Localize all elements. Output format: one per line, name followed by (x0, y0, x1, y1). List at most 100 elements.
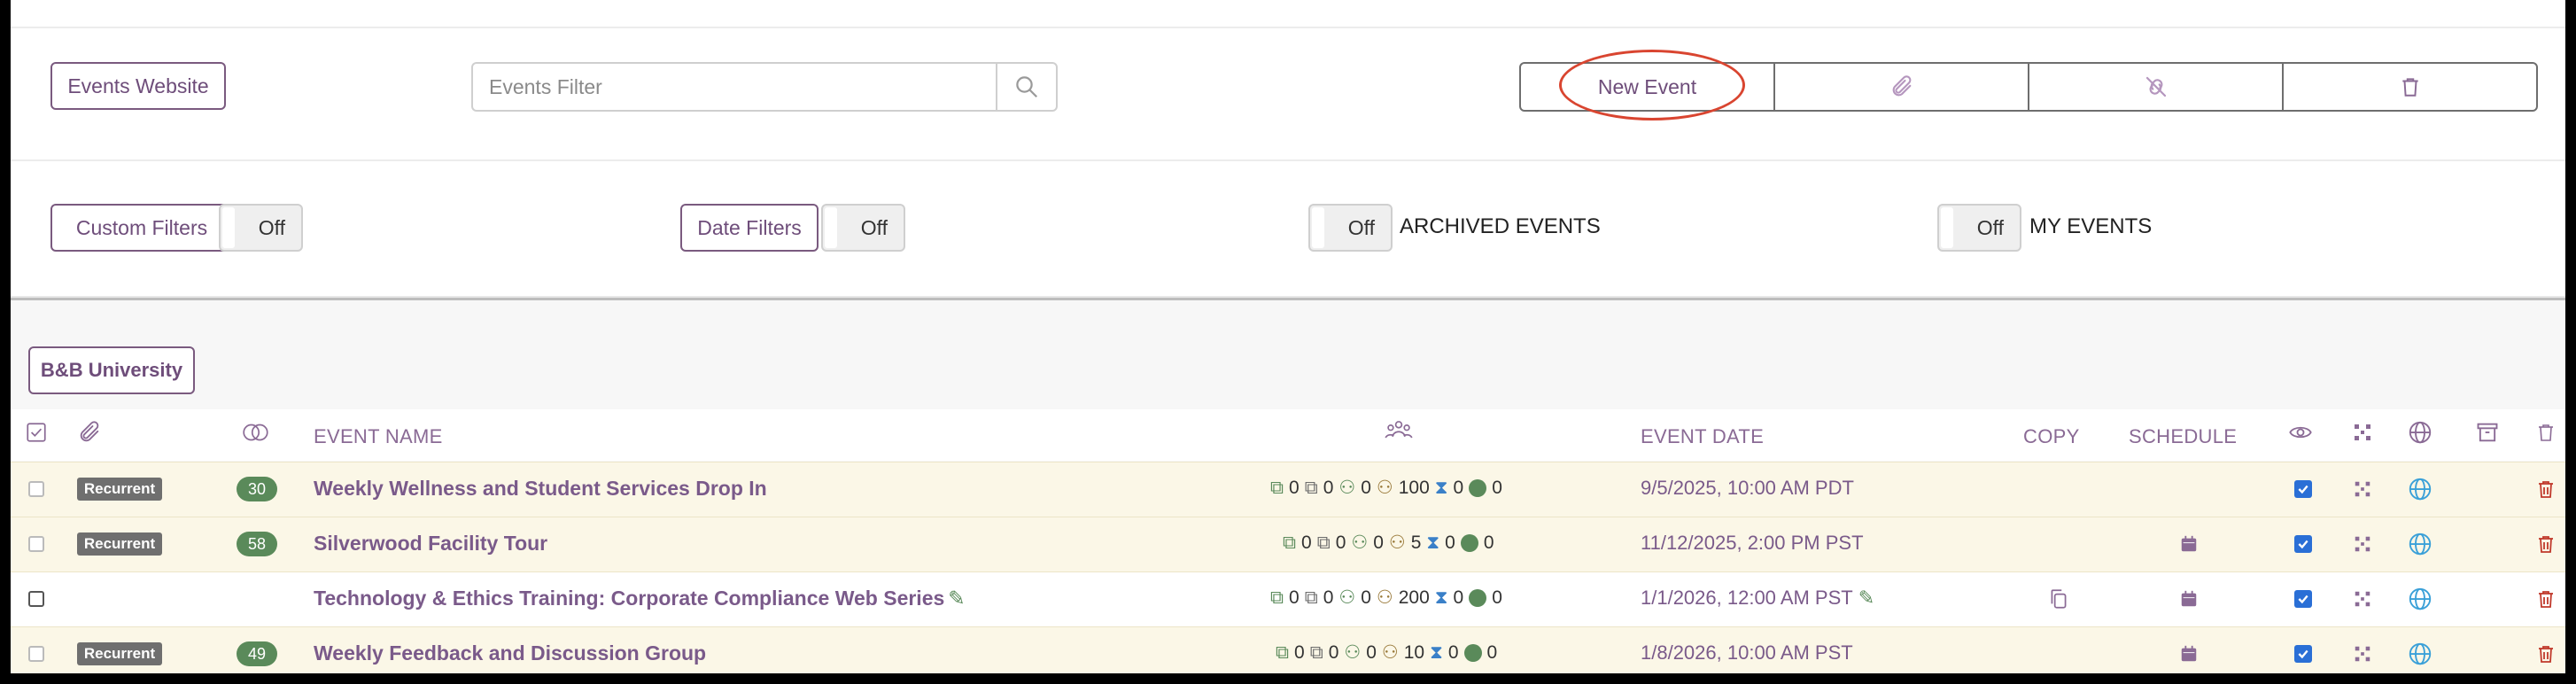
stat-value: 0 (1486, 641, 1498, 663)
globe-icon[interactable] (2405, 639, 2435, 669)
event-date: 1/1/2026, 12:00 AM PST ✎ (1641, 587, 1874, 610)
row-checkbox[interactable] (28, 481, 44, 497)
events-filter-input[interactable] (471, 62, 1003, 112)
visibility-column (2285, 417, 2316, 447)
people-icon: ⚇ (1388, 532, 1406, 553)
edit-icon[interactable]: ✎ (948, 587, 965, 610)
status-dot-icon (1460, 533, 1478, 552)
status-dot-icon (1469, 478, 1487, 497)
hourglass-icon: ⧗ (1434, 587, 1448, 608)
event-name-link[interactable]: Weekly Wellness and Student Services Dro… (314, 477, 767, 501)
stat-value: 200 (1398, 587, 1430, 608)
edit-icon[interactable]: ✎ (1858, 587, 1874, 609)
people-icon (1385, 421, 1413, 439)
event-name-link[interactable]: Technology & Ethics Training: Corporate … (314, 587, 966, 610)
row-checkbox[interactable] (28, 591, 44, 607)
date-filters-toggle[interactable]: Off (821, 204, 905, 252)
ticket-stack-icon: ⧉ (1304, 477, 1318, 498)
stat-value: 0 (1445, 532, 1455, 553)
events-website-button[interactable]: Events Website (50, 62, 226, 110)
custom-filters-button[interactable]: Custom Filters (50, 204, 233, 252)
select-all-checkbox[interactable] (21, 417, 51, 447)
people-icon: ⚇ (1338, 587, 1356, 608)
status-dot-icon (1469, 588, 1487, 607)
trash-icon[interactable] (2531, 584, 2561, 614)
event-date-header[interactable]: EVENT DATE (1641, 425, 1764, 448)
visible-checkbox[interactable] (2294, 535, 2312, 553)
trash-icon[interactable] (2531, 639, 2561, 669)
group-tag-button[interactable]: B&B University (28, 346, 195, 394)
event-stats: ⧉ 0 ⧉ 0 ⚇ 0 ⚇ 200 ⧗ 0 0 (1270, 587, 1502, 609)
event-name-header[interactable]: EVENT NAME (314, 425, 443, 448)
calendar-icon[interactable] (2174, 584, 2204, 614)
occurrence-count-badge: 58 (237, 532, 277, 556)
my-events-toggle[interactable]: Off (1937, 204, 2021, 252)
event-stats: ⧉ 0 ⧉ 0 ⚇ 0 ⚇ 5 ⧗ 0 0 (1283, 532, 1494, 554)
delete-column (2531, 417, 2561, 447)
delete-button[interactable] (2284, 64, 2536, 110)
qr-icon[interactable] (2347, 639, 2378, 669)
visible-checkbox[interactable] (2294, 480, 2312, 498)
status-dot-icon (1463, 643, 1482, 662)
event-stats: ⧉ 0 ⧉ 0 ⚇ 0 ⚇ 10 ⧗ 0 0 (1276, 641, 1497, 664)
stat-value: 0 (1453, 477, 1464, 498)
calendar-icon[interactable] (2174, 529, 2204, 559)
stat-value: 0 (1492, 587, 1502, 608)
archived-events-toggle[interactable]: Off (1308, 204, 1393, 252)
people-icon: ⚇ (1344, 642, 1362, 663)
attendees-column (1384, 415, 1414, 445)
archive-icon (2477, 423, 2498, 442)
stat-value: 0 (1323, 587, 1334, 608)
hourglass-icon: ⧗ (1434, 477, 1448, 498)
attach-button[interactable] (1775, 64, 2029, 110)
qr-icon (2355, 424, 2370, 440)
people-icon: ⚇ (1351, 532, 1369, 553)
visible-checkbox[interactable] (2294, 590, 2312, 608)
event-name-link[interactable]: Weekly Feedback and Discussion Group (314, 641, 706, 665)
occurrence-count-badge: 49 (237, 641, 277, 666)
qr-icon[interactable] (2347, 584, 2378, 614)
calendar-icon[interactable] (2174, 639, 2204, 669)
eye-icon (2289, 426, 2312, 439)
custom-filters-toggle[interactable]: Off (219, 204, 303, 252)
qr-column (2347, 417, 2378, 447)
search-button[interactable] (996, 62, 1058, 112)
globe-icon[interactable] (2405, 474, 2435, 504)
stat-value: 0 (1294, 641, 1305, 663)
people-icon: ⚇ (1381, 642, 1399, 663)
event-name-link[interactable]: Silverwood Facility Tour (314, 532, 547, 556)
ticket-stack-icon: ⧉ (1309, 641, 1323, 663)
event-date: 9/5/2025, 10:00 AM PDT (1641, 477, 1854, 499)
qr-icon[interactable] (2347, 529, 2378, 559)
recurrence-column (241, 417, 271, 447)
unlink-icon (2145, 76, 2166, 97)
checkbox-checked-icon (27, 423, 46, 442)
unlink-button[interactable] (2029, 64, 2284, 110)
paperclip-icon (1892, 75, 1911, 97)
recurrent-badge: Recurrent (77, 478, 162, 501)
attachments-column (74, 417, 105, 447)
row-checkbox[interactable] (28, 536, 44, 552)
row-checkbox[interactable] (28, 646, 44, 662)
globe-icon[interactable] (2405, 584, 2435, 614)
stat-value: 0 (1366, 641, 1377, 663)
stat-value: 0 (1373, 532, 1384, 553)
event-name-text: Technology & Ethics Training: Corporate … (314, 587, 945, 610)
stat-value: 0 (1483, 532, 1494, 553)
occurrence-count-badge: 30 (237, 477, 277, 501)
toolbar-divider (11, 159, 2565, 161)
qr-icon[interactable] (2347, 474, 2378, 504)
copy-icon[interactable] (2044, 584, 2074, 614)
visible-checkbox[interactable] (2294, 645, 2312, 663)
overlap-circles-icon (243, 424, 268, 441)
new-event-button[interactable]: New Event (1521, 64, 1775, 110)
search-icon (1016, 76, 1038, 98)
stat-value: 0 (1361, 587, 1371, 608)
recurrent-badge: Recurrent (77, 642, 162, 665)
archive-column (2472, 417, 2502, 447)
event-date: 1/8/2026, 10:00 AM PST (1641, 641, 1853, 664)
trash-icon[interactable] (2531, 529, 2561, 559)
date-filters-button[interactable]: Date Filters (680, 204, 819, 252)
globe-icon[interactable] (2405, 529, 2435, 559)
trash-icon[interactable] (2531, 474, 2561, 504)
